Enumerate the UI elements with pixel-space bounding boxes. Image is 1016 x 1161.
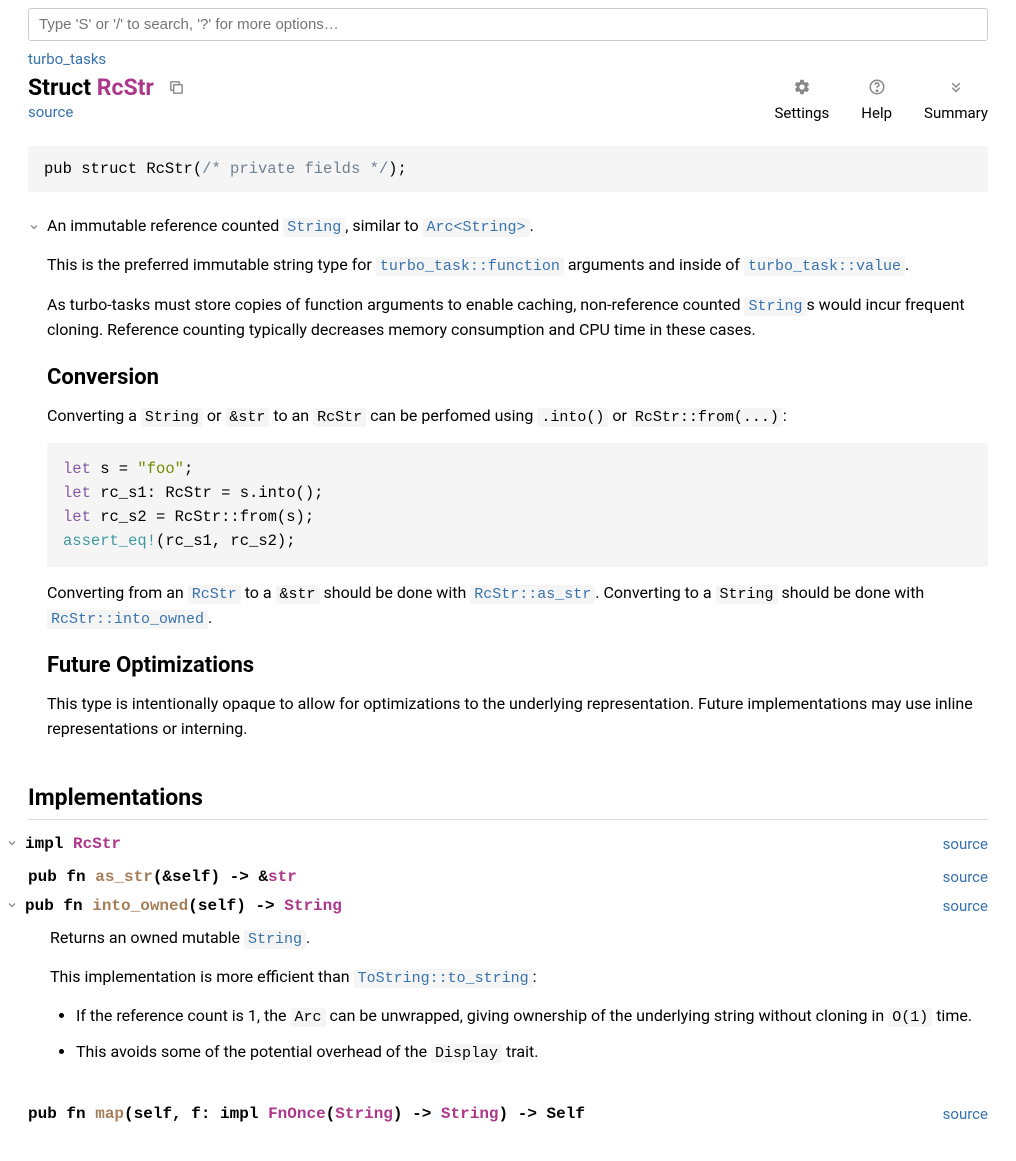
decl-comment: /* private fields */: [202, 160, 388, 178]
code-snippet: RcStr::from(...): [631, 408, 783, 427]
help-label: Help: [861, 104, 892, 122]
impl-type-link[interactable]: RcStr: [73, 835, 121, 853]
list-item: This avoids some of the potential overhe…: [76, 1040, 988, 1065]
fn-name-link[interactable]: map: [95, 1105, 124, 1123]
string-link[interactable]: String: [283, 218, 345, 237]
code-snippet: RcStr: [313, 408, 366, 427]
chevron-down-double-icon: [924, 78, 988, 100]
rcstr-link[interactable]: RcStr: [188, 585, 241, 604]
method-signature-as-str: pub fn as_str(&self) -> &str: [28, 868, 943, 886]
code-snippet: Display: [431, 1044, 502, 1063]
doc-paragraph: An immutable reference counted String, s…: [47, 214, 988, 239]
method-signature-into-owned: pub fn into_owned(self) -> String: [25, 897, 943, 915]
source-link[interactable]: source: [943, 1105, 988, 1123]
code-snippet: &str: [276, 585, 320, 604]
type-link[interactable]: String: [441, 1105, 499, 1123]
turbo-function-link[interactable]: turbo_task::function: [376, 257, 564, 276]
turbo-value-link[interactable]: turbo_task::value: [744, 257, 905, 276]
code-snippet: &str: [225, 408, 269, 427]
type-keyword: Struct: [28, 74, 91, 101]
chevron-down-icon[interactable]: [6, 898, 18, 916]
doc-paragraph: This type is intentionally opaque to all…: [47, 692, 988, 742]
summary-label: Summary: [924, 104, 988, 122]
fn-name-link[interactable]: into_owned: [92, 897, 188, 915]
tostring-link[interactable]: ToString::to_string: [354, 969, 533, 988]
type-link[interactable]: String: [335, 1105, 393, 1123]
chevron-down-icon[interactable]: [6, 836, 18, 854]
future-optimizations-heading: Future Optimizations: [47, 653, 988, 678]
type-declaration: pub struct RcStr(/* private fields */);: [28, 146, 988, 192]
type-link[interactable]: str: [268, 868, 297, 886]
doc-paragraph: Converting from an RcStr to a &str shoul…: [47, 581, 988, 632]
source-link[interactable]: source: [943, 897, 988, 915]
type-link[interactable]: FnOnce: [268, 1105, 326, 1123]
code-snippet: String: [716, 585, 778, 604]
code-snippet: String: [141, 408, 203, 427]
source-link[interactable]: source: [28, 103, 73, 121]
fn-name-link[interactable]: as_str: [95, 868, 153, 886]
doc-paragraph: This implementation is more efficient th…: [50, 965, 988, 990]
doc-paragraph: Returns an owned mutable String.: [50, 926, 988, 951]
method-signature-map: pub fn map(self, f: impl FnOnce(String) …: [28, 1105, 943, 1123]
gear-icon: [775, 78, 830, 100]
as-str-link[interactable]: RcStr::as_str: [470, 585, 595, 604]
conversion-heading: Conversion: [47, 365, 988, 390]
settings-button[interactable]: Settings: [775, 78, 830, 122]
string-link[interactable]: String: [244, 930, 306, 949]
doc-paragraph: Converting a String or &str to an RcStr …: [47, 404, 988, 429]
code-example: let s = "foo"; let rc_s1: RcStr = s.into…: [47, 443, 988, 567]
impl-signature: impl RcStr: [25, 835, 943, 853]
type-name: RcStr: [97, 74, 154, 101]
implementations-heading: Implementations: [28, 784, 988, 820]
decl-pre: pub struct RcStr(: [44, 160, 202, 178]
help-button[interactable]: Help: [861, 78, 892, 122]
question-icon: [861, 78, 892, 100]
source-link[interactable]: source: [943, 835, 988, 853]
arc-string-link[interactable]: Arc<String>: [423, 218, 530, 237]
copy-path-icon[interactable]: [168, 75, 185, 102]
doc-list: If the reference count is 1, the Arc can…: [50, 1004, 988, 1065]
code-snippet: Arc: [291, 1008, 326, 1027]
code-snippet: .into(): [537, 408, 608, 427]
list-item: If the reference count is 1, the Arc can…: [76, 1004, 988, 1029]
breadcrumb: turbo_tasks: [28, 49, 988, 68]
type-link[interactable]: String: [284, 897, 342, 915]
doc-paragraph: This is the preferred immutable string t…: [47, 253, 988, 278]
search-input[interactable]: [28, 8, 988, 41]
page-title: Struct RcStr: [28, 74, 775, 102]
into-owned-link[interactable]: RcStr::into_owned: [47, 610, 208, 629]
chevron-down-icon[interactable]: [28, 218, 40, 237]
decl-post: );: [388, 160, 407, 178]
summary-button[interactable]: Summary: [924, 78, 988, 122]
settings-label: Settings: [775, 104, 830, 122]
source-link[interactable]: source: [943, 868, 988, 886]
breadcrumb-crate-link[interactable]: turbo_tasks: [28, 50, 106, 68]
string-link[interactable]: String: [744, 297, 806, 316]
code-snippet: O(1): [888, 1008, 932, 1027]
doc-paragraph: As turbo-tasks must store copies of func…: [47, 293, 988, 343]
